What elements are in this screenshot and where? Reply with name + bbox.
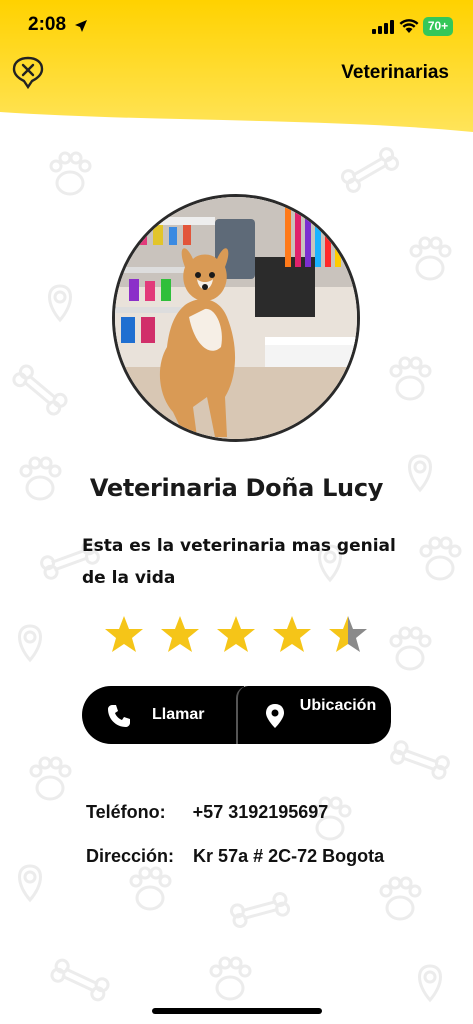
phone-row: Teléfono: +57 3192195697: [86, 802, 328, 823]
location-arrow-icon: [75, 20, 87, 32]
dog-in-pet-store-image: [115, 197, 357, 439]
star-icon: [161, 616, 199, 652]
half-star-icon: [329, 616, 367, 652]
status-time: 2:08: [28, 14, 67, 35]
call-button-label: Llamar: [152, 706, 205, 723]
phone-value[interactable]: +57 3192195697: [193, 802, 329, 823]
map-pin-icon: [266, 704, 284, 728]
close-icon[interactable]: [10, 54, 46, 90]
call-button[interactable]: Llamar: [82, 686, 244, 744]
address-value: Kr 57a # 2C-72 Bogota: [193, 846, 385, 866]
phone-icon: [108, 705, 130, 727]
vet-description: Esta es la veterinaria mas genial de la …: [82, 536, 396, 588]
location-button[interactable]: Ubicación: [236, 686, 391, 744]
star-icon: [105, 616, 143, 652]
address-row: Dirección: Kr 57a # 2C-72 Bogota: [86, 846, 384, 867]
phone-label: Teléfono:: [86, 802, 166, 822]
home-indicator[interactable]: [152, 1008, 322, 1014]
page-title: Veterinarias: [341, 62, 449, 83]
cellular-signal-icon: [372, 20, 394, 34]
status-bar: 2:08 70+: [0, 0, 473, 52]
star-icon: [217, 616, 255, 652]
wifi-icon: [399, 19, 419, 33]
location-button-label: Ubicación: [299, 697, 377, 714]
vet-profile-photo: [112, 194, 360, 442]
star-icon: [273, 616, 311, 652]
action-buttons: Llamar Ubicación: [82, 686, 391, 744]
paw-pattern-background: [9, 144, 462, 1004]
address-label: Dirección:: [86, 846, 175, 866]
battery-indicator: 70+: [423, 17, 453, 36]
rating-stars: [104, 614, 370, 658]
vet-name: Veterinaria Doña Lucy: [89, 474, 384, 502]
